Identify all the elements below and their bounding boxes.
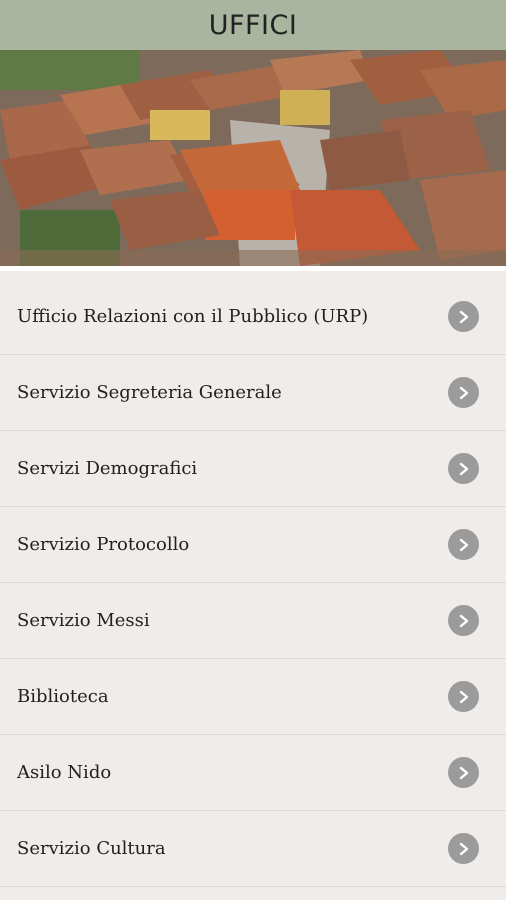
list-item-protocollo[interactable]: Servizio Protocollo [0,507,506,583]
list-item-label: Servizio Messi [17,610,150,631]
chevron-right-icon[interactable] [448,377,479,408]
offices-list: Ufficio Relazioni con il Pubblico (URP) … [0,279,506,887]
chevron-right-icon[interactable] [448,301,479,332]
list-item-biblioteca[interactable]: Biblioteca [0,659,506,735]
list-item-urp[interactable]: Ufficio Relazioni con il Pubblico (URP) [0,279,506,355]
chevron-right-icon[interactable] [448,605,479,636]
list-item-label: Servizi Demografici [17,458,198,479]
list-item-demografici[interactable]: Servizi Demografici [0,431,506,507]
chevron-right-icon[interactable] [448,453,479,484]
list-item-label: Biblioteca [17,686,109,707]
chevron-right-icon[interactable] [448,681,479,712]
list-item-label: Asilo Nido [17,762,112,783]
app-header: UFFICI [0,0,506,50]
list-item-label: Servizio Protocollo [17,534,190,555]
hero-divider [0,266,506,271]
list-item-asilo-nido[interactable]: Asilo Nido [0,735,506,811]
list-item-label: Servizio Cultura [17,838,166,859]
hero-image [0,50,506,266]
list-item-messi[interactable]: Servizio Messi [0,583,506,659]
chevron-right-icon[interactable] [448,833,479,864]
app-screen: UFFICI Ufficio Relazioni con il Pubblico… [0,0,506,900]
list-item-cultura[interactable]: Servizio Cultura [0,811,506,887]
chevron-right-icon[interactable] [448,529,479,560]
list-item-segreteria[interactable]: Servizio Segreteria Generale [0,355,506,431]
list-item-label: Ufficio Relazioni con il Pubblico (URP) [17,306,369,327]
chevron-right-icon[interactable] [448,757,479,788]
page-title: UFFICI [208,9,298,41]
list-item-label: Servizio Segreteria Generale [17,382,282,403]
